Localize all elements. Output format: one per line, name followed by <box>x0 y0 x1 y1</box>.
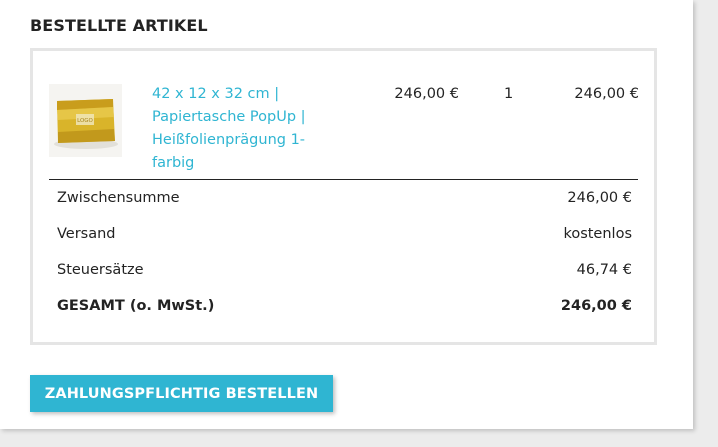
subtotal-value: 246,00 € <box>567 190 632 206</box>
place-order-button[interactable]: ZAHLUNGSPFLICHTIG BESTELLEN <box>30 375 333 412</box>
shipping-label: Versand <box>57 226 116 242</box>
tax-label: Steuersätze <box>57 262 144 278</box>
product-logo-text: LOGO <box>77 118 93 124</box>
unit-price: 246,00 € <box>394 86 459 102</box>
total-row: GESAMT (o. MwSt.) 246,00 € <box>57 296 632 332</box>
subtotal-label: Zwischensumme <box>57 190 180 206</box>
product-image-graphic: LOGO <box>49 84 122 157</box>
total-label: GESAMT (o. MwSt.) <box>57 298 215 314</box>
tax-value: 46,74 € <box>576 262 632 278</box>
shipping-row: Versand kostenlos <box>57 224 632 260</box>
line-total: 246,00 € <box>574 86 639 102</box>
total-value: 246,00 € <box>560 298 632 314</box>
summary-table: Zwischensumme 246,00 € Versand kostenlos… <box>57 188 632 332</box>
tax-row: Steuersätze 46,74 € <box>57 260 632 296</box>
shipping-value: kostenlos <box>563 226 632 242</box>
order-item-row: LOGO 42 x 12 x 32 cm | Papiertasche PopU… <box>49 83 639 183</box>
order-summary-card: BESTELLTE ARTIKEL LOGO 42 x 12 x 32 cm |… <box>0 0 693 429</box>
quantity: 1 <box>504 86 514 102</box>
product-image[interactable]: LOGO <box>49 84 122 157</box>
page: BESTELLTE ARTIKEL LOGO 42 x 12 x 32 cm |… <box>0 0 718 447</box>
divider <box>49 179 638 180</box>
product-name-link[interactable]: 42 x 12 x 32 cm | Papiertasche PopUp | H… <box>152 83 327 175</box>
section-title: BESTELLTE ARTIKEL <box>30 16 208 35</box>
ordered-items-box: LOGO 42 x 12 x 32 cm | Papiertasche PopU… <box>30 48 657 345</box>
subtotal-row: Zwischensumme 246,00 € <box>57 188 632 224</box>
